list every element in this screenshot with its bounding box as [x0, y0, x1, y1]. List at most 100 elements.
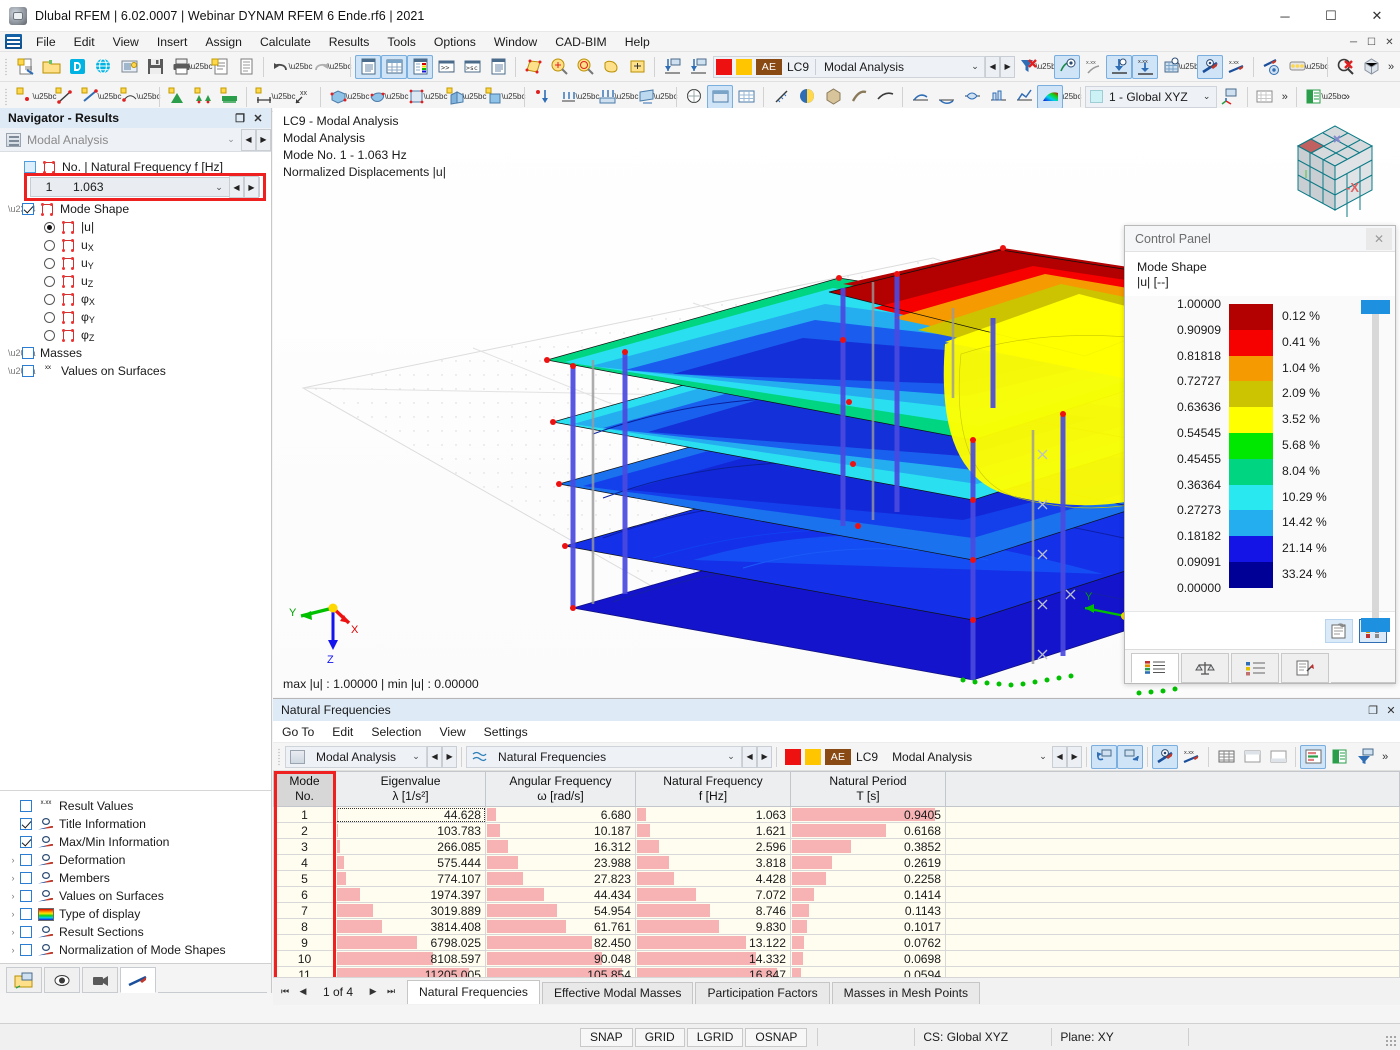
cell-period[interactable]: 0.0762 — [790, 934, 946, 951]
menu-options[interactable]: Options — [425, 33, 485, 51]
surface-set-icon[interactable] — [442, 85, 468, 109]
member-dropdown-icon[interactable]: \u25bc — [97, 85, 121, 109]
tree-item-natural-frequency[interactable]: No. | Natural Frequency f [Hz] — [0, 158, 271, 176]
display-option-0[interactable]: x.xx Result Values — [0, 797, 271, 815]
new-surface-icon[interactable] — [116, 85, 142, 109]
result-diagram-5-icon[interactable] — [1011, 85, 1037, 109]
column-header-frequency[interactable]: Natural Frequency f [Hz] — [635, 771, 791, 807]
component-radio[interactable] — [44, 329, 55, 341]
table-layout-top-icon[interactable] — [1239, 745, 1265, 769]
result-diagram-1-icon[interactable] — [907, 85, 933, 109]
cell-eigenvalue[interactable]: 1974.397 — [335, 886, 486, 903]
display-option-checkbox[interactable] — [20, 890, 32, 902]
tab-results-navigator[interactable] — [120, 967, 156, 993]
coordinate-system-selector[interactable]: 1 - Global XYZ ⌄ — [1085, 85, 1217, 108]
status-toggle-grid[interactable]: GRID — [634, 1027, 685, 1047]
cell-eigenvalue[interactable]: 3814.408 — [335, 918, 486, 935]
pager-last-button[interactable]: ⏭ — [383, 983, 399, 1001]
tree-item-component-1[interactable]: uX — [0, 236, 271, 254]
column-header-eigenvalue[interactable]: Eigenvalue λ [1/s²] — [335, 771, 486, 807]
cell-frequency[interactable]: 1.621 — [635, 822, 791, 839]
display-option-checkbox[interactable] — [20, 872, 32, 884]
cell-period[interactable]: 0.9405 — [790, 806, 946, 823]
legend-color-swatch[interactable] — [1229, 536, 1273, 562]
work-plane-icon[interactable] — [1252, 85, 1278, 109]
result-diagram-3-icon[interactable] — [959, 85, 985, 109]
mesh-dropdown-icon[interactable]: \u25bc — [1179, 55, 1203, 79]
cell-period[interactable]: 0.2619 — [790, 854, 946, 871]
result-values-icon[interactable]: x.xx — [1223, 55, 1249, 79]
free-load-icon[interactable] — [633, 85, 659, 109]
load-surface-icon[interactable] — [594, 85, 620, 109]
menu-cad-bim[interactable]: CAD-BIM — [546, 33, 615, 51]
toolbar-grip[interactable] — [276, 746, 282, 768]
chevron-right-icon[interactable]: › — [6, 891, 20, 901]
cell-period[interactable]: 0.6168 — [790, 822, 946, 839]
table-lc-next[interactable]: ▶ — [1067, 745, 1083, 768]
legend-color-swatch[interactable] — [1229, 329, 1273, 356]
navigator-combo-prev[interactable]: ◀ — [241, 128, 256, 151]
measure-icon[interactable] — [768, 85, 794, 109]
member-shape-icon[interactable] — [846, 85, 872, 109]
natural-frequency-checkbox[interactable] — [24, 161, 36, 173]
cell-eigenvalue[interactable]: 266.085 — [335, 838, 486, 855]
cell-mode-no[interactable]: 6 — [273, 886, 336, 903]
load-surface-dropdown-icon[interactable]: \u25bc — [614, 85, 638, 109]
solid-set-icon[interactable] — [481, 85, 507, 109]
load-case-next-icon[interactable] — [685, 55, 711, 79]
tab-color-scale[interactable] — [1131, 653, 1179, 683]
component-radio[interactable] — [44, 257, 55, 269]
result-diagram-2-icon[interactable] — [933, 85, 959, 109]
legend-color-swatch[interactable] — [1229, 510, 1273, 537]
navigator-load-case-combo[interactable]: Modal Analysis ⌄ ◀ ▶ — [0, 128, 271, 152]
menu-insert[interactable]: Insert — [148, 33, 196, 51]
table-excel-export-icon[interactable] — [1326, 745, 1352, 769]
lc-next-button[interactable]: ▶ — [1000, 55, 1016, 78]
tab-project-navigator[interactable] — [6, 967, 42, 993]
save-icon[interactable] — [142, 55, 168, 79]
column-header-angular[interactable]: Angular Frequency ω [rad/s] — [485, 771, 636, 807]
opening-dropdown-icon[interactable]: \u25bc — [423, 85, 447, 109]
result-diagram-4-icon[interactable] — [985, 85, 1011, 109]
toolbar-overflow-icon[interactable]: » — [1278, 91, 1292, 103]
cell-period[interactable]: 0.2258 — [790, 870, 946, 887]
open-folder-icon[interactable] — [38, 55, 64, 79]
toolbar-overflow-icon[interactable]: » — [1384, 61, 1398, 73]
zoom-in-icon[interactable] — [572, 55, 598, 79]
table-menu-view[interactable]: View — [430, 723, 474, 741]
cell-mode-no[interactable]: 8 — [273, 918, 336, 935]
column-header-period[interactable]: Natural Period T [s] — [790, 771, 946, 807]
values-on-surfaces-checkbox[interactable] — [22, 365, 34, 377]
show-deformation-icon[interactable] — [1054, 54, 1081, 79]
tree-item-component-4[interactable]: φX — [0, 290, 271, 308]
table-result-values-icon[interactable]: x.xx — [1178, 745, 1204, 769]
doc-minimize-button[interactable]: ─ — [1346, 35, 1361, 50]
printout-report-icon[interactable] — [207, 55, 233, 79]
table-tab-2[interactable]: Participation Factors — [695, 981, 830, 1004]
dimension-dropdown-icon[interactable]: \u25bc — [271, 85, 295, 109]
solid-set-dropdown-icon[interactable]: \u25bc — [501, 85, 525, 109]
load-node-icon[interactable] — [529, 85, 555, 109]
table-lc-prev[interactable]: ◀ — [1052, 745, 1068, 768]
display-option-3[interactable]: › Deformation — [0, 851, 271, 869]
table-menu-edit[interactable]: Edit — [323, 723, 362, 741]
cut-dropdown-icon[interactable]: \u25bc — [384, 85, 408, 109]
cell-frequency[interactable]: 3.818 — [635, 854, 791, 871]
animation-icon[interactable] — [1284, 55, 1310, 79]
print-dropdown-icon[interactable]: \u25bc — [188, 55, 212, 79]
frequency-table-container[interactable]: Mode No. Eigenvalue λ [1/s²] Angular Frequen… — [273, 771, 1400, 977]
clear-results-filter-icon[interactable] — [1015, 55, 1041, 79]
animation-dropdown-icon[interactable]: \u25bc — [1305, 55, 1329, 79]
chevron-down-icon[interactable]: ⌄ — [1034, 751, 1052, 762]
tree-item-component-2[interactable]: uY — [0, 254, 271, 272]
fit-to-window-icon[interactable] — [624, 55, 650, 79]
pager-prev-button[interactable]: ◀ — [295, 983, 311, 1001]
filter-dropdown-icon[interactable]: \u25bc — [1036, 55, 1060, 79]
dlubal-center-icon[interactable] — [64, 55, 90, 79]
table-redo-icon[interactable] — [1117, 744, 1144, 769]
component-radio[interactable] — [44, 311, 55, 323]
tree-item-component-6[interactable]: φZ — [0, 326, 271, 344]
legend-color-swatch[interactable] — [1229, 381, 1273, 408]
print-icon[interactable] — [168, 55, 194, 79]
chevron-right-icon[interactable]: › — [6, 909, 20, 919]
